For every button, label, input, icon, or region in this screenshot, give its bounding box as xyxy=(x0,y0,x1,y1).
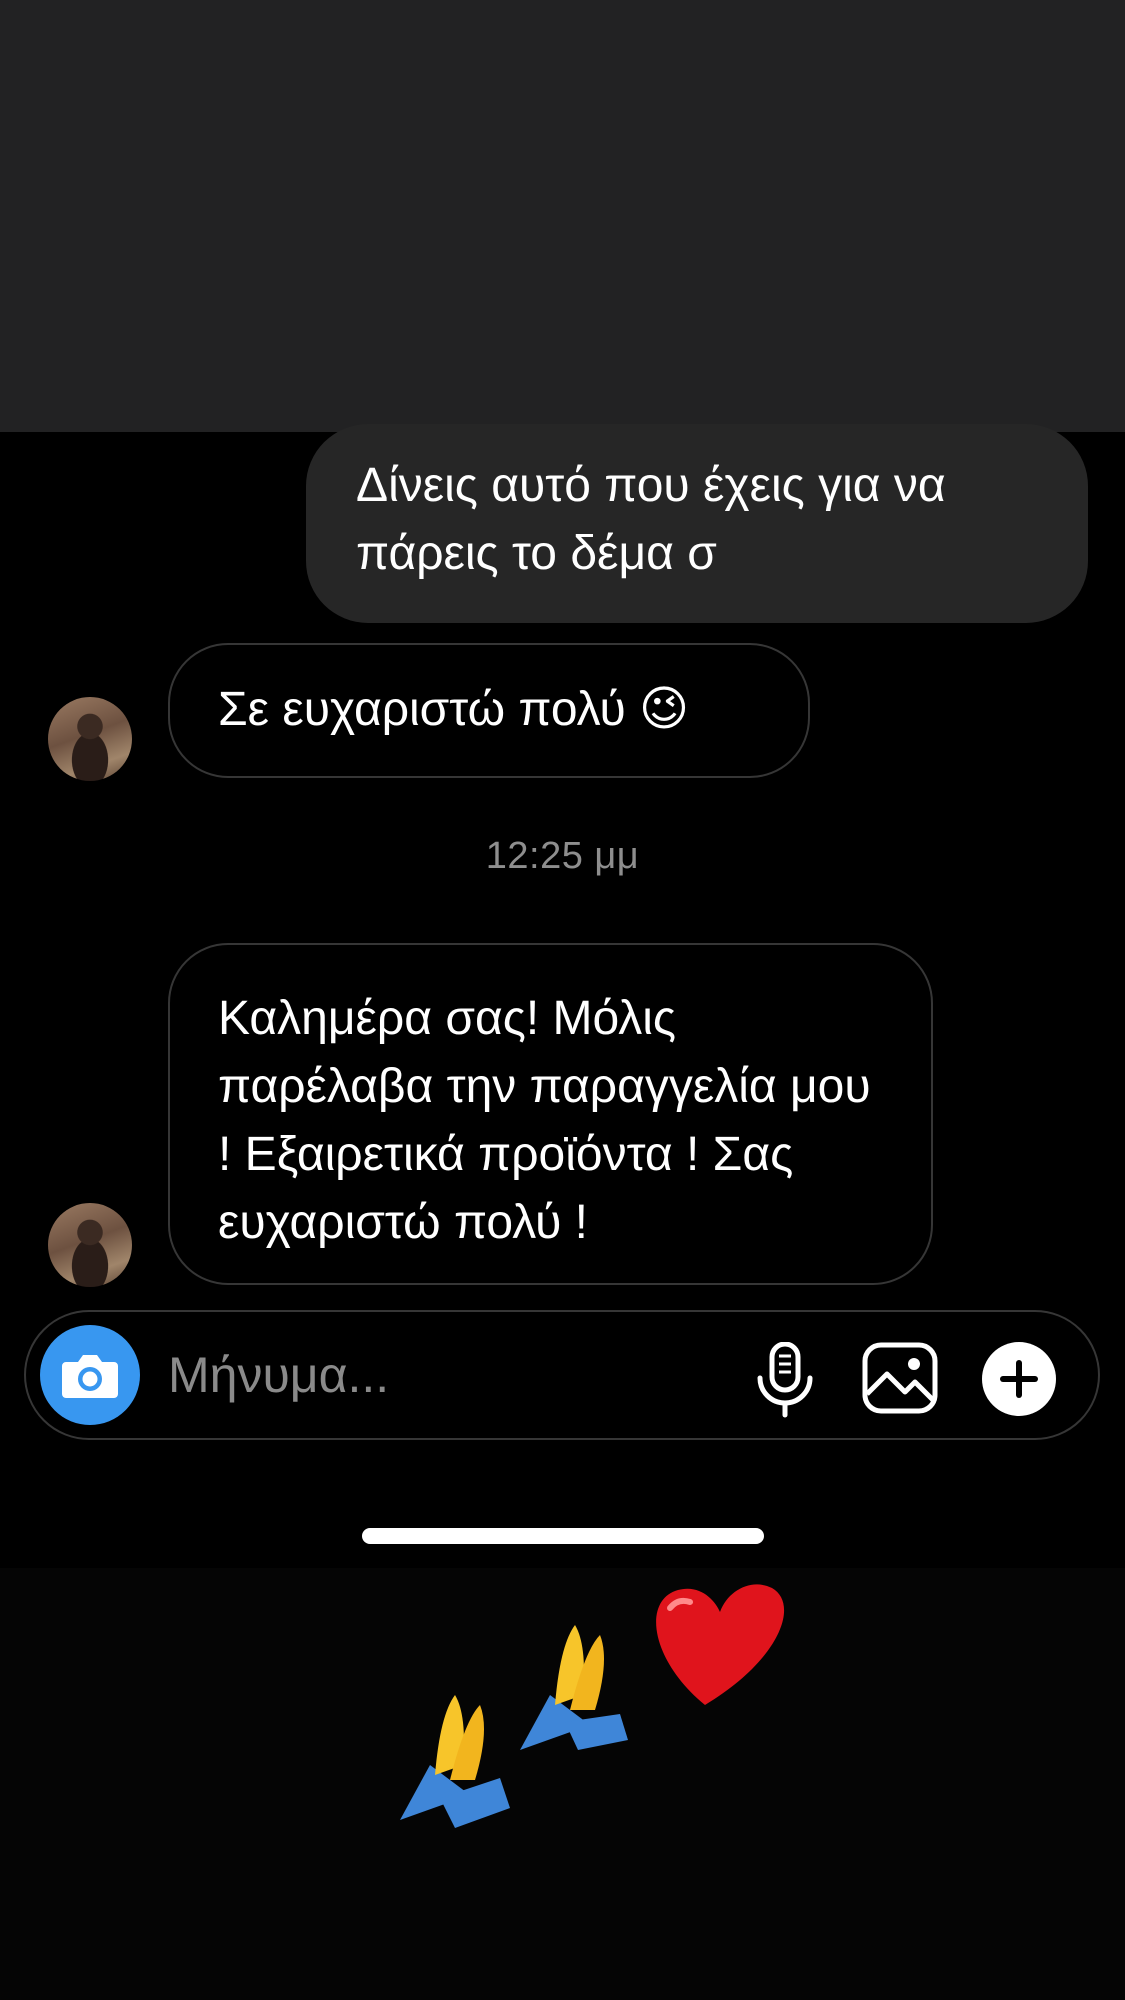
gallery-button[interactable] xyxy=(862,1342,938,1414)
praying-hands-icon xyxy=(400,1695,510,1828)
message-text: Σε ευχαριστώ πολύ 😉 xyxy=(218,683,690,736)
sender-avatar[interactable] xyxy=(48,1203,132,1287)
incoming-message-bubble[interactable]: Σε ευχαριστώ πολύ 😉 xyxy=(168,643,810,778)
outgoing-message-bubble[interactable]: Δίνεις αυτό που έχεις για να πάρεις το δ… xyxy=(306,424,1088,623)
image-gallery-icon xyxy=(862,1342,938,1414)
plus-icon xyxy=(1000,1360,1038,1398)
red-heart-icon xyxy=(656,1584,785,1705)
camera-button[interactable] xyxy=(40,1325,140,1425)
praying-hands-icon xyxy=(520,1625,628,1750)
emoji-stickers xyxy=(400,1584,785,1828)
microphone-button[interactable] xyxy=(752,1341,818,1418)
camera-icon xyxy=(62,1355,118,1398)
sender-avatar[interactable] xyxy=(48,697,132,781)
message-input[interactable] xyxy=(168,1342,588,1408)
incoming-message-bubble[interactable]: Καλημέρα σας! Μόλις παρέλαβα την παραγγε… xyxy=(168,943,933,1285)
message-composer xyxy=(24,1310,1100,1440)
more-options-button[interactable] xyxy=(982,1342,1056,1416)
top-blank-area xyxy=(0,0,1125,432)
microphone-icon xyxy=(757,1341,813,1418)
message-timestamp: 12:25 μμ xyxy=(485,835,640,877)
message-text: Δίνεις αυτό που έχεις για να πάρεις το δ… xyxy=(356,459,946,580)
message-text: Καλημέρα σας! Μόλις παρέλαβα την παραγγε… xyxy=(218,992,871,1249)
